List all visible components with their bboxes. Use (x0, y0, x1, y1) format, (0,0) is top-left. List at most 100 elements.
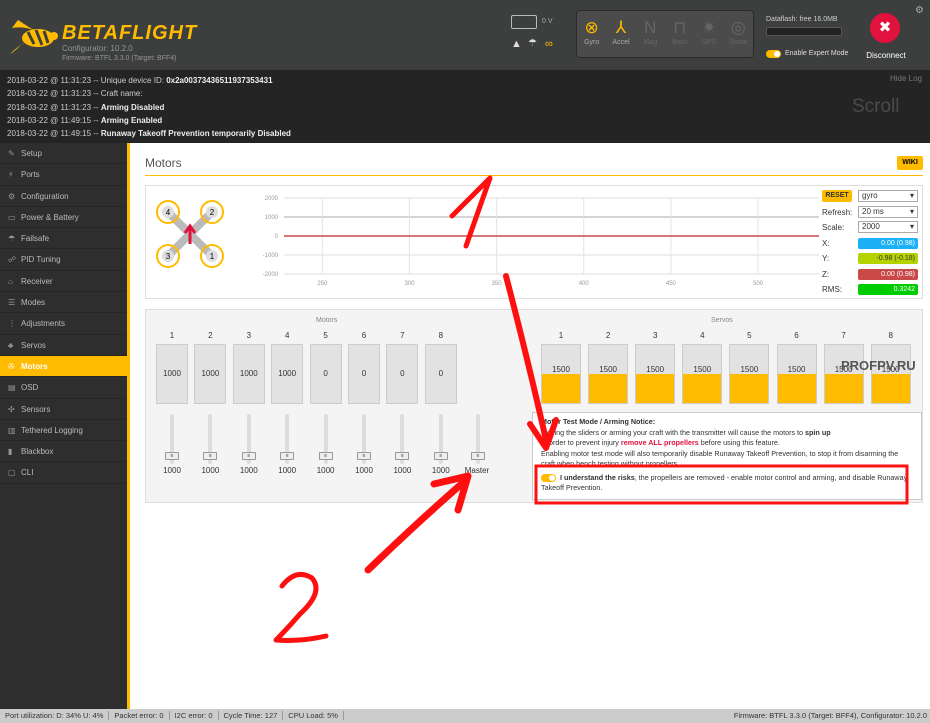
log-message: Runaway Takeoff Prevention temporarily D… (100, 129, 291, 139)
servos-group-label: Servos (711, 317, 733, 324)
servo-channel-label: 1 (558, 331, 564, 340)
slider-handle-icon[interactable]: ≡ (280, 452, 295, 460)
motor-slider[interactable]: ≡ (395, 414, 410, 464)
sidebar-item-ports[interactable]: ⚡ Ports (0, 164, 127, 186)
log-message: Arming Disabled (100, 102, 165, 112)
motor-slider-value: 1000 (278, 466, 297, 475)
motor-channel-label: 2 (208, 331, 213, 340)
motor-channel-label: 4 (284, 331, 290, 340)
log-prefix: 2018-03-22 @ 11:31:23 -- (7, 102, 101, 112)
status-firmware: Firmware: BTFL 3.3.0 (Target: BFF4), Con… (733, 711, 927, 720)
disconnect-label[interactable]: Disconnect (860, 51, 912, 60)
log-line: 2018-03-22 @ 11:49:15 -- Arming Enabled (7, 114, 923, 127)
y-tick-label: 1000 (265, 215, 279, 221)
title-divider (145, 175, 923, 176)
radio-icon: ☂ (528, 38, 537, 49)
motor-slider-value: 1000 (316, 466, 335, 475)
sensor-status-panel: ⊗ Gyro ⅄ Accel N Mag ⊓ Baro ✷ GPS ◎ Sonar (576, 10, 754, 58)
sidebar-item-configuration[interactable]: ⚙ Configuration (0, 186, 127, 207)
servo-channel-label: 3 (652, 331, 658, 340)
sidebar-item-failsafe[interactable]: ☂ Failsafe (0, 228, 127, 250)
sidebar-item-receiver[interactable]: ⌂ Receiver (0, 271, 127, 293)
scale-select[interactable]: 2000 (858, 221, 918, 233)
sidebar-item-label: Tethered Logging (21, 425, 83, 435)
sensor-accel: ⅄ Accel (606, 11, 635, 57)
sensor-label: Mag (643, 39, 658, 46)
sidebar-item-sensors[interactable]: ✣ Sensors (0, 399, 127, 420)
slider-handle-icon[interactable]: ≡ (471, 452, 485, 460)
understand-risks-toggle[interactable] (541, 474, 556, 483)
wiki-button[interactable]: WIKI (897, 156, 923, 170)
quad-motor-label: 2 (210, 208, 215, 217)
sidebar-item-tethered-logging[interactable]: ▥ Tethered Logging (0, 420, 127, 442)
motor-slider[interactable]: ≡ (203, 414, 218, 464)
reset-button[interactable]: RESET (822, 190, 852, 202)
servo-value: 1500 (787, 365, 806, 374)
slider-handle-icon[interactable]: ≡ (357, 452, 371, 460)
sidebar-item-blackbox[interactable]: ▮ Blackbox (0, 441, 127, 463)
servo-channel-label: 8 (888, 331, 893, 340)
settings-gear-icon[interactable]: ⚙ (915, 5, 924, 16)
slider-handle-icon[interactable]: ≡ (318, 452, 333, 460)
slider-handle-icon[interactable]: ≡ (241, 452, 256, 460)
arming-notice: Motor Test Mode / Arming Notice: Moving … (532, 412, 922, 500)
sidebar-item-osd[interactable]: ▤ OSD (0, 377, 127, 399)
sidebar-nav: ✎ Setup ⚡ Ports ⚙ Configuration ▭ Power & Batte… (0, 143, 130, 709)
sidebar-item-motors[interactable]: ✇ Motors (0, 355, 127, 378)
servo-bar: 1500 (588, 344, 629, 404)
slider-handle-icon[interactable]: ≡ (165, 452, 179, 460)
graph-controls: RESET gyro Refresh: 20 ms Scale: 2000 X: 0.… (822, 189, 922, 298)
sensor-gps: ✷ GPS (694, 11, 723, 57)
motor-slider-value: 1000 (163, 466, 181, 475)
slider-handle-icon[interactable]: ≡ (395, 452, 410, 460)
expert-mode-toggle[interactable] (766, 50, 781, 58)
servo-bar: 1500 (823, 344, 864, 404)
hide-log-link[interactable]: Hide Log (890, 74, 922, 83)
failsafe-icon: ☂ (8, 234, 16, 244)
sensor-label: Accel (612, 39, 630, 46)
motor-bar: 1000 (156, 344, 188, 404)
sidebar-item-modes[interactable]: ☰ Modes (0, 292, 127, 314)
notice-remove-propellers: remove ALL propellers (620, 438, 699, 447)
motor-slider[interactable]: ≡ (433, 414, 448, 464)
configurator-version: Configurator: 10.2.0 (62, 44, 133, 53)
motor-channel-label: 3 (246, 331, 252, 340)
sensor-sonar: ◎ Sonar (724, 11, 753, 57)
motor-slider[interactable]: ≡ (318, 414, 333, 464)
sensor-baro: ⊓ Baro (665, 11, 694, 57)
master-slider[interactable]: ≡ (471, 414, 485, 464)
understand-risks-row: I understand the risks, the propellers a… (541, 473, 911, 493)
sidebar-item-power-battery[interactable]: ▭ Power & Battery (0, 207, 127, 229)
sidebar-item-label: Receiver (21, 276, 53, 286)
usb-icon: ✖ (878, 19, 892, 36)
slider-handle-icon[interactable]: ≡ (433, 452, 448, 460)
refresh-select[interactable]: 20 ms (858, 205, 918, 218)
log-prefix: 2018-03-22 @ 11:31:23 -- Craft name: (7, 89, 143, 99)
baro-icon: ⊓ (673, 18, 687, 37)
motor-slider[interactable]: ≡ (280, 414, 295, 464)
sidebar-item-cli[interactable]: ▢ CLI (0, 462, 127, 484)
cli-icon: ▢ (8, 468, 16, 478)
sensor-select[interactable]: gyro (858, 190, 918, 202)
sidebar-item-servos[interactable]: ♣ Servos (0, 335, 127, 356)
cpu-load: CPU Load: 5% (283, 711, 344, 720)
motor-slider[interactable]: ≡ (165, 414, 179, 464)
servo-bar-fill (683, 374, 722, 403)
sidebar-item-pid-tuning[interactable]: ☍ PID Tuning (0, 249, 127, 271)
sensor-mag: N Mag (636, 11, 665, 57)
gear-icon: ⚙ (8, 191, 16, 201)
adjustments-icon: ⋮ (8, 319, 16, 329)
sidebar-item-adjustments[interactable]: ⋮ Adjustments (0, 313, 127, 335)
warning-icon: ▲ (511, 38, 522, 50)
motor-slider[interactable]: ≡ (241, 414, 256, 464)
y-tick-label: 2000 (265, 196, 279, 202)
motor-slider[interactable]: ≡ (357, 414, 371, 464)
slider-handle-icon[interactable]: ≡ (203, 452, 218, 460)
servo-bar-fill (589, 374, 628, 403)
servo-bar: 1500 (635, 344, 676, 404)
sidebar-item-setup[interactable]: ✎ Setup (0, 143, 127, 165)
disconnect-button[interactable]: ✖ (870, 13, 900, 43)
sensor-label: GPS (701, 39, 717, 46)
servo-bar-fill (636, 374, 675, 403)
scroll-label[interactable]: Scroll (852, 96, 900, 118)
